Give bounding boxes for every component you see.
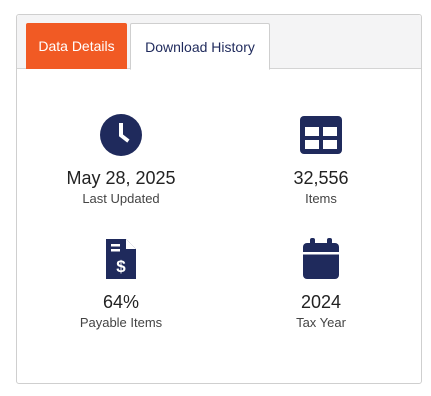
payable-items-value: 64% — [102, 292, 140, 312]
items-value: 32,556 — [293, 168, 349, 188]
stat-tax-year: 2024 Tax Year — [241, 237, 401, 331]
tax-year-label: Tax Year — [296, 315, 346, 330]
stat-items: 32,556 Items — [241, 113, 401, 207]
payable-items-label: Payable Items — [79, 315, 163, 330]
stat-last-updated: May 28, 2025 Last Updated — [41, 113, 201, 207]
last-updated-value: May 28, 2025 — [66, 168, 176, 188]
svg-text:$: $ — [116, 257, 126, 276]
items-label: Items — [305, 191, 337, 206]
last-updated-label: Last Updated — [82, 191, 160, 206]
tab-download-history[interactable]: Download History — [130, 23, 270, 70]
clock-icon — [100, 114, 142, 156]
calendar-icon — [303, 238, 339, 279]
invoice-dollar-icon: $ — [106, 239, 136, 279]
tab-bar: Data Details Download History — [17, 15, 421, 70]
table-icon — [300, 116, 342, 154]
stat-payable-items: $ 64% Payable Items — [41, 237, 201, 331]
tab-data-details[interactable]: Data Details — [26, 23, 127, 69]
data-card: Data Details Download History May 28, 20… — [16, 14, 422, 384]
tax-year-value: 2024 — [300, 292, 342, 312]
